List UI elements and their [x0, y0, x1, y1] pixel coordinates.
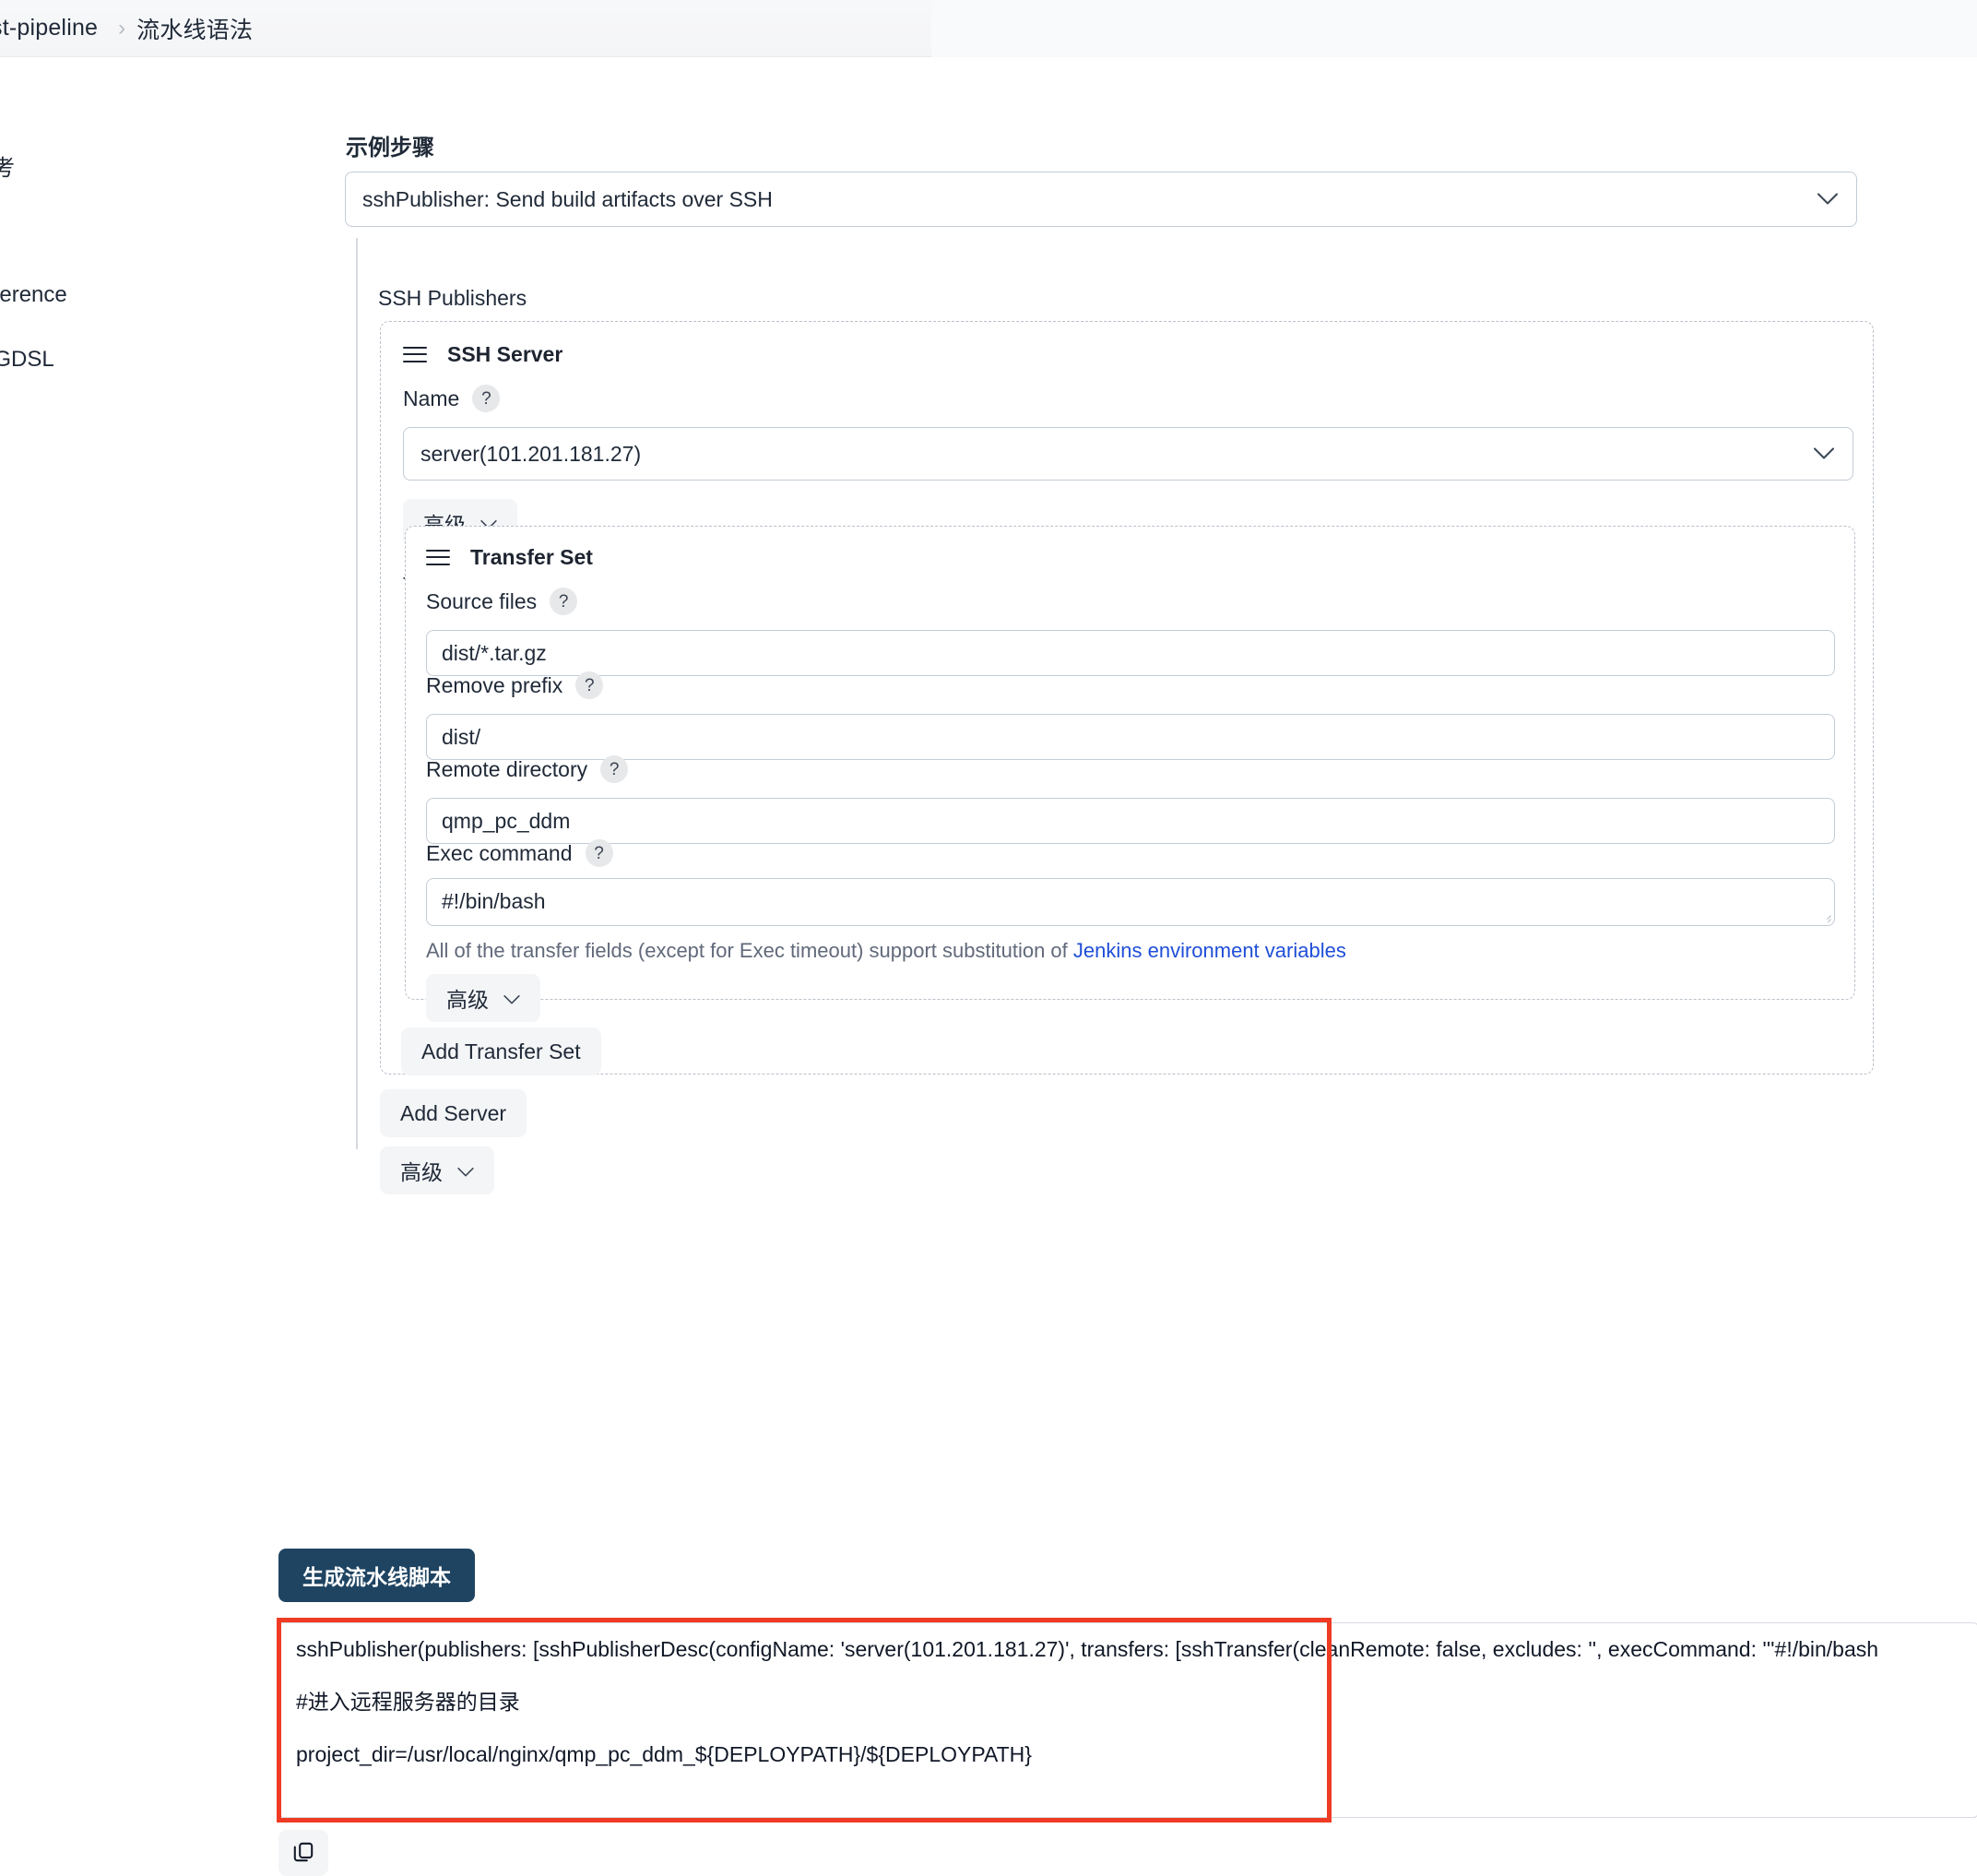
- jenkins-env-vars-link[interactable]: Jenkins environment variables: [1073, 939, 1346, 962]
- resize-handle-icon[interactable]: [1818, 909, 1831, 922]
- sidebar: 考 Reference A GDSL: [0, 57, 277, 1802]
- hamburger-icon[interactable]: [426, 549, 450, 566]
- exec-command-value: #!/bin/bash: [442, 889, 546, 913]
- ssh-publishers-label: SSH Publishers: [378, 286, 527, 310]
- code-line: #进入远程服务器的目录: [296, 1690, 520, 1714]
- exec-command-label: Exec command ?: [426, 839, 613, 867]
- source-files-value: dist/*.tar.gz: [442, 640, 547, 665]
- source-files-input[interactable]: dist/*.tar.gz: [426, 630, 1835, 676]
- code-line: project_dir=/usr/local/nginx/qmp_pc_ddm_…: [296, 1742, 1032, 1766]
- transfer-set-title: Transfer Set: [426, 545, 593, 570]
- generated-script-output[interactable]: sshPublisher(publishers: [sshPublisherDe…: [278, 1622, 1977, 1818]
- help-icon[interactable]: ?: [575, 671, 604, 699]
- transfer-set-advanced-label: 高级: [446, 988, 489, 1012]
- remote-directory-input[interactable]: qmp_pc_ddm: [426, 798, 1835, 844]
- help-icon[interactable]: ?: [550, 588, 578, 615]
- add-transfer-set-label: Add Transfer Set: [421, 1039, 581, 1063]
- form-vertical-rule: [356, 238, 358, 1149]
- main-content: Deploy 示例步骤 sshPublisher: Send build art…: [277, 37, 1977, 1876]
- exec-command-textarea[interactable]: #!/bin/bash: [426, 878, 1835, 926]
- breadcrumb-bar-patch: [931, 0, 1977, 57]
- sidebar-item-gdsl[interactable]: A GDSL: [0, 347, 54, 373]
- root-advanced-label: 高级: [400, 1160, 443, 1184]
- root-advanced-button[interactable]: 高级: [380, 1146, 494, 1194]
- remove-prefix-input[interactable]: dist/: [426, 714, 1835, 760]
- chevron-down-icon: [1814, 442, 1834, 467]
- add-transfer-set-button[interactable]: Add Transfer Set: [401, 1027, 601, 1075]
- remove-prefix-label-text: Remove prefix: [426, 672, 563, 697]
- sidebar-item-reference[interactable]: Reference: [0, 282, 67, 308]
- step-select-value: sshPublisher: Send build artifacts over …: [362, 186, 773, 211]
- ssh-server-block: SSH Server Name ? server(101.201.181.27)…: [380, 321, 1874, 1075]
- source-files-label-text: Source files: [426, 588, 538, 613]
- help-icon[interactable]: ?: [585, 839, 613, 867]
- ssh-server-name-value: server(101.201.181.27): [420, 441, 642, 466]
- ssh-server-title: SSH Server: [403, 342, 562, 367]
- name-label: Name ?: [403, 385, 501, 412]
- remove-prefix-label: Remove prefix ?: [426, 671, 604, 699]
- chevron-down-icon: [503, 986, 520, 1011]
- copy-script-button[interactable]: [278, 1830, 328, 1876]
- hamburger-icon[interactable]: [403, 346, 427, 363]
- transfer-set-block: Transfer Set Source files ? dist/*.tar.g…: [405, 526, 1855, 1022]
- transfer-set-title-text: Transfer Set: [470, 545, 593, 569]
- breadcrumb-separator-icon: ›: [118, 15, 126, 41]
- step-select[interactable]: sshPublisher: Send build artifacts over …: [345, 172, 1857, 227]
- source-files-label: Source files ?: [426, 588, 578, 615]
- breadcrumb-bar: st-pipeline › 流水线语法: [0, 0, 1977, 57]
- generate-pipeline-script-label: 生成流水线脚本: [302, 1565, 451, 1589]
- transfer-fields-hint: All of the transfer fields (except for E…: [426, 939, 1346, 963]
- transfer-set-advanced-button[interactable]: 高级: [426, 974, 540, 1022]
- chevron-down-icon: [1817, 187, 1838, 212]
- ssh-server-name-select[interactable]: server(101.201.181.27): [403, 427, 1853, 481]
- chevron-down-icon: [457, 1158, 474, 1183]
- sample-step-label: 示例步骤: [346, 136, 434, 160]
- remote-directory-value: qmp_pc_ddm: [442, 808, 571, 833]
- help-icon[interactable]: ?: [600, 755, 629, 783]
- breadcrumb-item-pipeline[interactable]: st-pipeline: [0, 15, 98, 42]
- generated-script-code: sshPublisher(publishers: [sshPublisherDe…: [296, 1639, 1969, 1797]
- add-server-label: Add Server: [400, 1100, 507, 1125]
- transfer-fields-hint-text: All of the transfer fields (except for E…: [426, 939, 1073, 962]
- ssh-server-title-text: SSH Server: [447, 342, 563, 366]
- help-icon[interactable]: ?: [472, 385, 501, 412]
- remote-directory-label-text: Remote directory: [426, 756, 588, 781]
- remote-directory-label: Remote directory ?: [426, 755, 629, 783]
- generate-pipeline-script-button[interactable]: 生成流水线脚本: [278, 1549, 475, 1602]
- breadcrumb-item-current[interactable]: 流水线语法: [136, 12, 253, 45]
- copy-icon: [291, 1840, 315, 1867]
- code-line: sshPublisher(publishers: [sshPublisherDe…: [296, 1637, 1879, 1661]
- sidebar-item-reference-zh[interactable]: 考: [0, 149, 15, 182]
- name-label-text: Name: [403, 386, 460, 410]
- add-server-button[interactable]: Add Server: [380, 1089, 527, 1137]
- remove-prefix-value: dist/: [442, 724, 481, 749]
- exec-command-label-text: Exec command: [426, 840, 573, 865]
